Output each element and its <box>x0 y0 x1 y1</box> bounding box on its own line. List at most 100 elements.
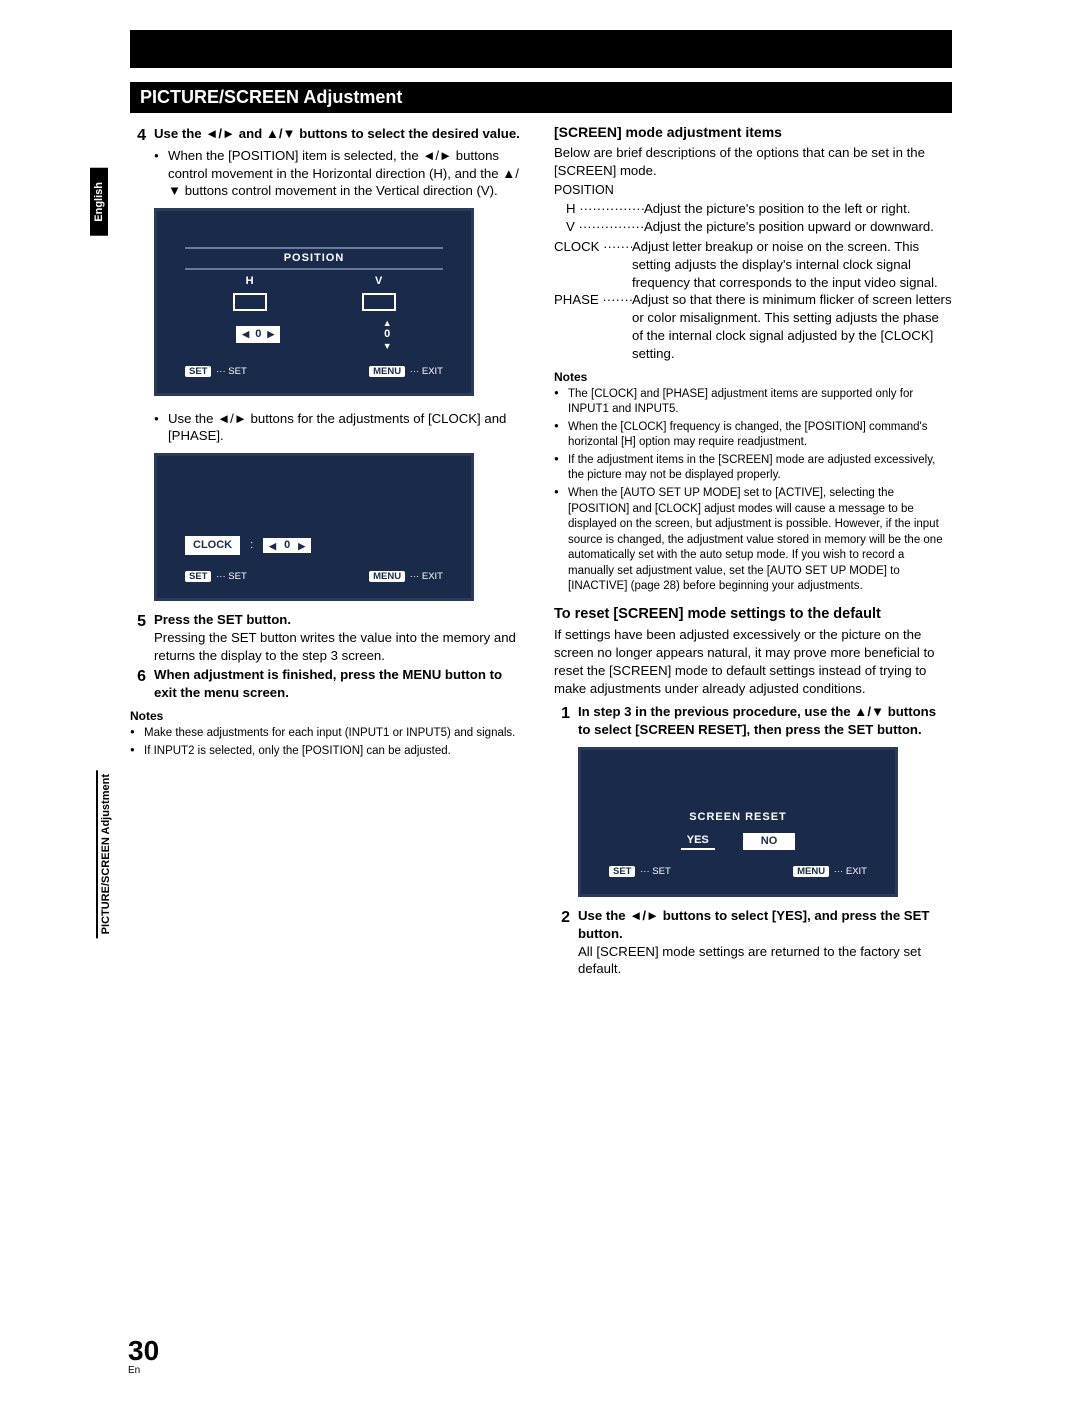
step-5: 5 Press the SET button. Pressing the SET… <box>130 611 528 664</box>
bullet-icon <box>554 420 568 451</box>
osd-reset-footer: SET ··· SET MENU ··· EXIT <box>609 866 867 879</box>
screen-items-heading: [SCREEN] mode adjustment items <box>554 123 952 142</box>
definitions-table-2: CLOCK ········ Adjust letter breakup or … <box>554 238 952 363</box>
osd-reset-no: NO <box>743 833 796 850</box>
side-tab-language: English <box>90 168 108 236</box>
left-note-1-text: Make these adjustments for each input (I… <box>144 726 528 742</box>
def-h: H ··················· Adjust the picture… <box>566 200 952 218</box>
screen-items-intro: Below are brief descriptions of the opti… <box>554 144 952 180</box>
osd-position-v-label: V <box>375 274 382 289</box>
right-note-2: When the [CLOCK] frequency is changed, t… <box>554 420 952 451</box>
osd-position-h-value: ◀ 0 ▶ <box>236 326 280 343</box>
osd-set-label: SET <box>228 366 246 377</box>
bullet-icon <box>154 410 168 446</box>
osd-reset-yes: YES <box>681 833 715 850</box>
bullet-icon <box>554 387 568 418</box>
right-notes-heading: Notes <box>554 369 952 385</box>
triangle-down-icon: ▼ <box>383 342 392 350</box>
step-4-title: Use the ◄/► and ▲/▼ buttons to select th… <box>154 125 528 143</box>
left-column: 4 Use the ◄/► and ▲/▼ buttons to select … <box>130 123 528 978</box>
osd-position-screenshot: POSITION H V ◀ 0 ▶ ▲ <box>154 208 474 395</box>
set-key-icon: SET <box>185 571 211 582</box>
def-clock: CLOCK ········ Adjust letter breakup or … <box>554 238 952 291</box>
bullet-icon <box>130 744 144 760</box>
reset-step-2-title: Use the ◄/► buttons to select [YES], and… <box>578 907 952 943</box>
set-key-icon: SET <box>185 366 211 377</box>
step-5-title: Press the SET button. <box>154 611 528 629</box>
right-column: [SCREEN] mode adjustment items Below are… <box>554 123 952 978</box>
def-v-desc: Adjust the picture's position upward or … <box>644 218 952 236</box>
step-4: 4 Use the ◄/► and ▲/▼ buttons to select … <box>130 125 528 200</box>
osd-exit-label: EXIT <box>846 866 867 877</box>
bullet-icon <box>554 486 568 595</box>
after-position-note: Use the ◄/► buttons for the adjustments … <box>130 406 528 446</box>
top-black-band <box>130 30 952 68</box>
osd-exit-hint: MENU ··· EXIT <box>369 571 443 584</box>
reset-step-2-body: All [SCREEN] mode settings are returned … <box>578 943 952 979</box>
osd-set-label: SET <box>228 571 246 582</box>
osd-position-footer: SET ··· SET MENU ··· EXIT <box>185 366 443 379</box>
left-note-2-text: If INPUT2 is selected, only the [POSITIO… <box>144 744 528 760</box>
def-v-term: V ··················· <box>566 218 644 236</box>
def-v: V ··················· Adjust the picture… <box>566 218 952 236</box>
def-h-desc: Adjust the picture's position to the lef… <box>644 200 952 218</box>
osd-clock-number: 0 <box>284 538 290 553</box>
left-notes-list: Make these adjustments for each input (I… <box>130 726 528 759</box>
triangle-left-icon: ◀ <box>242 328 249 340</box>
step-5-number: 5 <box>130 611 154 664</box>
right-note-3-text: If the adjustment items in the [SCREEN] … <box>568 453 952 484</box>
osd-position-v-number: 0 <box>384 328 390 340</box>
step-6-number: 6 <box>130 666 154 702</box>
osd-set-hint: SET ··· SET <box>185 366 247 379</box>
screen-v-icon <box>362 293 396 311</box>
osd-clock-row: CLOCK : ◀ 0 ▶ <box>185 536 443 555</box>
reset-step-1-number: 1 <box>554 703 578 739</box>
osd-set-hint: SET ··· SET <box>609 866 671 879</box>
step-4-bullet-1: When the [POSITION] item is selected, th… <box>154 147 528 200</box>
triangle-up-icon: ▲ <box>383 319 392 327</box>
step-4-bullet-1-text: When the [POSITION] item is selected, th… <box>168 147 528 200</box>
step-5-body: Pressing the SET button writes the value… <box>154 629 528 665</box>
osd-set-label: SET <box>652 866 670 877</box>
osd-position-hv-labels: H V <box>185 274 443 289</box>
osd-reset-screenshot: SCREEN RESET YES NO SET ··· SET MENU ···… <box>578 747 898 897</box>
menu-key-icon: MENU <box>369 366 405 377</box>
left-note-1: Make these adjustments for each input (I… <box>130 726 528 742</box>
triangle-right-icon: ▶ <box>298 540 305 552</box>
osd-exit-label: EXIT <box>422 571 443 582</box>
osd-position-v-value: ▲ 0 ▼ <box>383 319 392 350</box>
def-phase-desc: Adjust so that there is minimum flicker … <box>632 291 952 362</box>
right-note-4-text: When the [AUTO SET UP MODE] set to [ACTI… <box>568 486 952 595</box>
def-clock-term: CLOCK ········ <box>554 238 632 291</box>
reset-heading: To reset [SCREEN] mode settings to the d… <box>554 605 952 625</box>
osd-reset-buttons: YES NO <box>609 833 867 850</box>
bullet-icon <box>130 726 144 742</box>
two-column-layout: 4 Use the ◄/► and ▲/▼ buttons to select … <box>130 123 952 978</box>
right-note-1: The [CLOCK] and [PHASE] adjustment items… <box>554 387 952 418</box>
left-note-2: If INPUT2 is selected, only the [POSITIO… <box>130 744 528 760</box>
def-phase: PHASE ········ Adjust so that there is m… <box>554 291 952 362</box>
osd-clock-screenshot: CLOCK : ◀ 0 ▶ SET ··· SET MENU ··· EXIT <box>154 453 474 601</box>
after-position-text: Use the ◄/► buttons for the adjustments … <box>168 410 528 446</box>
osd-exit-hint: MENU ··· EXIT <box>793 866 867 879</box>
def-clock-desc: Adjust letter breakup or noise on the sc… <box>632 238 952 291</box>
page-content: PICTURE/SCREEN Adjustment 4 Use the ◄/► … <box>130 30 952 1377</box>
reset-step-1-title: In step 3 in the previous procedure, use… <box>578 703 952 739</box>
def-h-term: H ··················· <box>566 200 644 218</box>
triangle-right-icon: ▶ <box>267 328 274 340</box>
reset-step-2: 2 Use the ◄/► buttons to select [YES], a… <box>554 907 952 978</box>
osd-position-values: ◀ 0 ▶ ▲ 0 ▼ <box>185 319 443 350</box>
triangle-left-icon: ◀ <box>269 540 276 552</box>
osd-reset-heading: SCREEN RESET <box>609 810 867 825</box>
right-note-1-text: The [CLOCK] and [PHASE] adjustment items… <box>568 387 952 418</box>
bullet-icon <box>554 453 568 484</box>
osd-clock-value: ◀ 0 ▶ <box>263 538 311 553</box>
osd-exit-label: EXIT <box>422 366 443 377</box>
position-subheading: POSITION <box>554 182 952 199</box>
osd-clock-footer: SET ··· SET MENU ··· EXIT <box>185 571 443 584</box>
screen-h-icon <box>233 293 267 311</box>
right-note-2-text: When the [CLOCK] frequency is changed, t… <box>568 420 952 451</box>
side-tab-section: PICTURE/SCREEN Adjustment <box>96 770 116 938</box>
osd-position-h-label: H <box>246 274 254 289</box>
menu-key-icon: MENU <box>369 571 405 582</box>
